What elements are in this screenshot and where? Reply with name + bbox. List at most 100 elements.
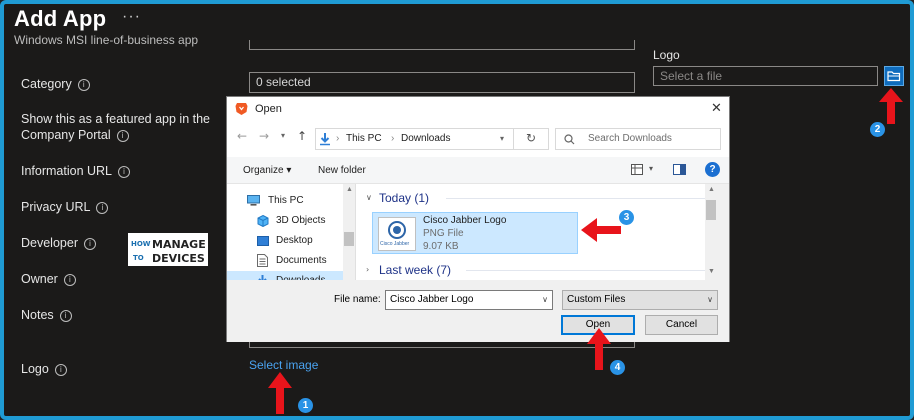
- view-options-chevron-icon[interactable]: ▾: [649, 164, 653, 173]
- address-divider: [513, 129, 514, 149]
- info-icon[interactable]: i: [118, 165, 131, 178]
- browse-file-button[interactable]: [884, 66, 904, 86]
- breadcrumb-downloads[interactable]: Downloads: [401, 133, 450, 144]
- previous-field-input[interactable]: [249, 40, 635, 50]
- info-icon[interactable]: i: [54, 363, 67, 376]
- nav-item-label: This PC: [268, 195, 304, 206]
- group-divider: [466, 270, 706, 271]
- nav-item-downloads[interactable]: Downloads: [227, 271, 343, 280]
- logo-text-manage: MANAGE: [152, 238, 206, 251]
- up-arrow-icon[interactable]: ↑: [297, 129, 307, 143]
- file-name-label: File name:: [334, 294, 381, 305]
- annotation-arrow-up-2: [879, 88, 903, 124]
- app-frame: Add App ··· Windows MSI line-of-business…: [0, 0, 914, 420]
- field-label: Owner: [21, 272, 58, 286]
- brave-browser-icon: [235, 103, 248, 115]
- nav-item-label: Downloads: [276, 271, 325, 280]
- annotation-badge-4: 4: [610, 360, 625, 375]
- logo-graphic: HOW MANAGE TO DEVICES: [128, 233, 208, 266]
- preview-pane-icon[interactable]: [673, 164, 686, 175]
- field-featured-line1: Show this as a featured app in the: [21, 112, 211, 126]
- download-icon: [320, 133, 330, 146]
- file-list-scroll-thumb[interactable]: [706, 200, 716, 220]
- info-icon[interactable]: i: [59, 309, 72, 322]
- cancel-button[interactable]: Cancel: [645, 315, 718, 335]
- expand-chevron-icon[interactable]: ›: [366, 265, 369, 274]
- file-type-filter-select[interactable]: Custom Files ∨: [562, 290, 718, 310]
- logo-file-input[interactable]: Select a file: [653, 66, 878, 86]
- view-options-icon[interactable]: [631, 164, 643, 175]
- group-header-last-week[interactable]: Last week (7): [379, 263, 451, 277]
- file-name-value: Cisco Jabber Logo: [390, 294, 474, 305]
- filter-dropdown-chevron-icon[interactable]: ∨: [707, 291, 713, 309]
- refresh-icon[interactable]: ↻: [526, 131, 536, 145]
- file-name-input[interactable]: Cisco Jabber Logo ∨: [385, 290, 553, 310]
- new-folder-button[interactable]: New folder: [318, 165, 366, 176]
- page-title: Add App: [14, 6, 107, 31]
- field-owner: Owner i: [21, 272, 76, 286]
- annotation-arrow-up-4: [587, 328, 611, 370]
- cube-icon: [257, 215, 269, 227]
- nav-scroll-thumb[interactable]: [344, 232, 354, 246]
- desktop-icon: [257, 236, 269, 246]
- field-privacy-url: Privacy URL i: [21, 200, 109, 214]
- scroll-up-icon[interactable]: ▲: [346, 186, 353, 193]
- dialog-close-button[interactable]: ✕: [711, 101, 722, 116]
- help-button[interactable]: ?: [705, 162, 720, 177]
- field-label: Logo: [21, 362, 49, 376]
- info-icon[interactable]: i: [116, 129, 129, 142]
- annotation-arrow-up-1: [268, 372, 292, 414]
- breadcrumb-this-pc[interactable]: This PC: [346, 133, 382, 144]
- breadcrumb-separator-icon: ›: [336, 133, 340, 144]
- more-options-button[interactable]: ···: [122, 8, 141, 26]
- group-header-today[interactable]: Today (1): [379, 191, 429, 205]
- field-label: Privacy URL: [21, 200, 91, 214]
- info-icon[interactable]: i: [63, 273, 76, 286]
- annotation-badge-1: 1: [298, 398, 313, 413]
- organize-button[interactable]: Organize ▾: [243, 165, 291, 176]
- nav-scrollbar[interactable]: ▲: [343, 184, 355, 280]
- field-category: Category i: [21, 77, 90, 91]
- dialog-bottom-bar: File name: Cisco Jabber Logo ∨ Custom Fi…: [227, 281, 729, 342]
- forward-arrow-icon[interactable]: →: [259, 129, 269, 143]
- file-item-cisco-jabber-logo[interactable]: Cisco Jabber Cisco Jabber Logo PNG File …: [372, 212, 578, 254]
- download-icon: [258, 275, 267, 280]
- back-arrow-icon[interactable]: ←: [237, 129, 247, 143]
- field-label: Company Portal: [21, 128, 111, 142]
- field-label: Notes: [21, 308, 54, 322]
- annotation-arrow-left-3: [581, 218, 621, 242]
- logo-text-to: TO: [133, 254, 144, 262]
- search-placeholder: Search Downloads: [588, 133, 672, 144]
- breadcrumb-separator-icon: ›: [391, 133, 395, 144]
- recent-locations-chevron-icon[interactable]: ▾: [281, 131, 285, 140]
- dialog-title: Open: [255, 103, 282, 115]
- category-select[interactable]: 0 selected: [249, 72, 635, 93]
- file-list-scrollbar[interactable]: ▲ ▼: [705, 184, 717, 280]
- collapse-chevron-icon[interactable]: ∨: [366, 193, 372, 202]
- info-icon[interactable]: i: [96, 201, 109, 214]
- nav-item-label: 3D Objects: [276, 215, 326, 226]
- field-logo: Logo i: [21, 362, 67, 376]
- annotation-badge-2: 2: [870, 122, 885, 137]
- address-dropdown-chevron-icon[interactable]: ▾: [500, 134, 504, 143]
- field-label: Category: [21, 77, 72, 91]
- scroll-down-icon[interactable]: ▼: [708, 268, 715, 275]
- document-icon: [257, 254, 268, 267]
- navigation-pane: This PC 3D Objects Desktop Documents ▲: [227, 184, 356, 280]
- logo-text-devices: DEVICES: [152, 252, 205, 265]
- search-downloads-input[interactable]: Search Downloads: [555, 128, 721, 150]
- logo-panel-title: Logo: [653, 48, 680, 62]
- info-icon[interactable]: i: [83, 237, 96, 250]
- howtomanagedevices-logo: HOW MANAGE TO DEVICES: [128, 233, 208, 266]
- scroll-up-icon[interactable]: ▲: [708, 186, 715, 193]
- field-developer: Developer i: [21, 236, 96, 250]
- file-name: Cisco Jabber Logo: [423, 215, 507, 226]
- nav-item-label: Desktop: [276, 235, 313, 246]
- folder-open-icon: [887, 71, 901, 82]
- field-label: Information URL: [21, 164, 113, 178]
- address-bar[interactable]: › This PC › Downloads ▾ ↻: [315, 128, 549, 150]
- nav-item-label: Documents: [276, 255, 327, 266]
- info-icon[interactable]: i: [77, 78, 90, 91]
- file-name-dropdown-chevron-icon[interactable]: ∨: [542, 291, 548, 309]
- file-list-pane: ∨ Today (1) Cisco Jabber Cisco Jabber Lo…: [356, 184, 717, 280]
